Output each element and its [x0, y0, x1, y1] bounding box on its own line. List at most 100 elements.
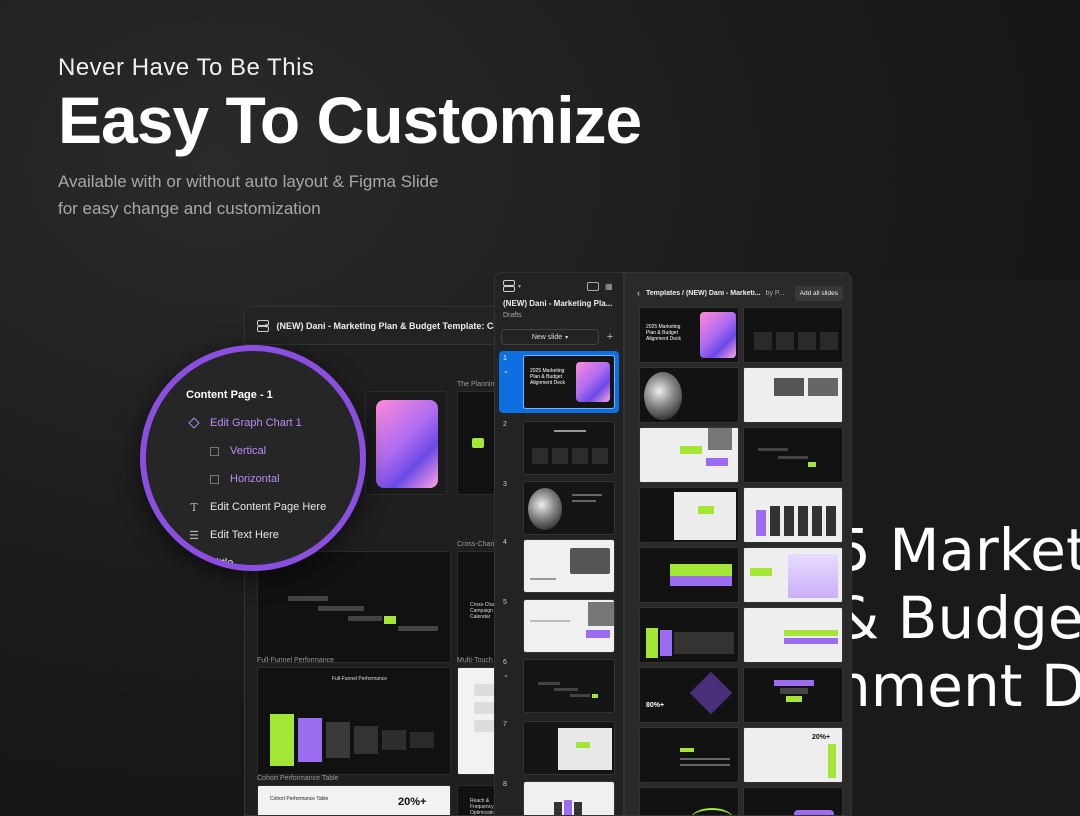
deck-title-line: 5 Market	[852, 516, 1080, 584]
template-thumb[interactable]	[639, 427, 739, 483]
section-label: Cohort Performance Table	[257, 775, 339, 782]
thumb-building	[708, 428, 732, 450]
slides-file-location[interactable]: Drafts	[495, 308, 623, 319]
template-thumb[interactable]: 2025 Marketing Plan & Budget Alignment D…	[639, 307, 739, 363]
funnel-stage	[410, 732, 434, 748]
template-thumb[interactable]	[743, 607, 843, 663]
funnel-stage-lime	[646, 628, 658, 658]
layer-horizontal[interactable]: Horizontal	[186, 465, 360, 493]
layer-content-page[interactable]: Content Page - 1	[186, 381, 360, 409]
add-slide-button[interactable]: +	[603, 329, 617, 345]
thumb-bar	[784, 506, 794, 536]
slides-file-title[interactable]: (NEW) Dani - Marketing Pla...	[495, 299, 623, 308]
template-thumb[interactable]: 20%+	[743, 727, 843, 783]
slide-item-7[interactable]: 7	[499, 717, 619, 779]
chevron-down-icon[interactable]: ⌄	[503, 367, 509, 375]
text-icon: T	[190, 556, 198, 570]
deck-title-line: & Budge	[852, 584, 1080, 652]
back-window-file-title[interactable]: (NEW) Dani - Marketing Plan & Budget Tem…	[277, 321, 499, 331]
template-thumb[interactable]	[743, 667, 843, 723]
thumb-bar	[756, 510, 766, 536]
thumb-highlight	[576, 742, 590, 748]
slide-item-1[interactable]: 1 ⌄ 2025 Marketing Plan & Budget Alignme…	[499, 351, 619, 413]
slide-number: 4	[503, 539, 507, 546]
layer-label: Vertical	[230, 445, 267, 457]
thumb-text: 2025 Marketing Plan & Budget Alignment D…	[646, 324, 682, 342]
template-thumb[interactable]	[743, 367, 843, 423]
template-thumb[interactable]	[639, 487, 739, 543]
hero-subtext-line2: for easy change and customization	[58, 199, 321, 218]
template-thumb[interactable]: 80%+	[639, 667, 739, 723]
frame-square-icon	[206, 446, 222, 456]
template-breadcrumb[interactable]: Templates / (NEW) Dani - Marketi... by P…	[646, 290, 789, 297]
slide-thumb-text: 2025 Marketing Plan & Budget Alignment D…	[530, 368, 566, 386]
layer-label: Content Page - 1	[186, 389, 273, 401]
thumb-bar	[798, 506, 808, 536]
slide-thumb-calendar[interactable]	[257, 551, 451, 663]
figma-menu-icon[interactable]	[503, 279, 515, 293]
template-thumb[interactable]	[639, 787, 739, 815]
template-thumb[interactable]	[743, 307, 843, 363]
slide-item-5[interactable]: 5	[499, 595, 619, 657]
thumb-highlight	[680, 748, 694, 752]
thumb-stat: 80%+	[646, 702, 665, 709]
deck-title: 5 Market & Budge nment D	[852, 516, 1080, 720]
layer-edit-graph-chart[interactable]: Edit Graph Chart 1	[186, 409, 360, 437]
thumb-card	[754, 332, 772, 350]
grid-view-icon[interactable]: ▦	[605, 282, 615, 291]
deck-title-line: nment D	[852, 652, 1080, 720]
thumb-line	[530, 620, 570, 622]
layer-label: Edit Text Here	[210, 529, 279, 541]
thumb-photo	[774, 378, 804, 396]
section-label: Multi-Touch	[457, 657, 493, 664]
gantt-bar	[288, 596, 328, 601]
slide-item-6[interactable]: 6 ⌄	[499, 655, 619, 717]
hero-subtext: Available with or without auto layout & …	[58, 168, 478, 222]
section-label: Full-Funnel Performance	[257, 657, 335, 664]
template-thumb[interactable]	[639, 607, 739, 663]
layer-vertical[interactable]: Vertical	[186, 437, 360, 465]
slides-panel: ▾ ▦ (NEW) Dani - Marketing Pla... Drafts…	[494, 272, 624, 816]
template-thumb[interactable]	[743, 427, 843, 483]
slide-number: 2	[503, 421, 507, 428]
template-thumb[interactable]	[743, 487, 843, 543]
thumb-area-chart	[788, 554, 838, 598]
new-slide-button[interactable]: New slide ▾	[501, 329, 599, 345]
slide-thumb-cover[interactable]	[365, 391, 447, 495]
chevron-down-icon[interactable]: ⌄	[503, 671, 509, 679]
layer-label: Horizontal	[230, 473, 280, 485]
add-all-slides-button[interactable]: Add all slides	[794, 285, 843, 301]
template-thumb[interactable]	[743, 547, 843, 603]
thumb-bar	[554, 802, 562, 815]
sidebar-toggle-icon[interactable]	[587, 281, 599, 291]
funnel-stage	[674, 632, 734, 654]
slide-item-3[interactable]: 3	[499, 477, 619, 539]
template-thumb[interactable]	[639, 367, 739, 423]
slide-thumb	[523, 781, 615, 815]
template-thumb[interactable]	[639, 727, 739, 783]
thumb-bar	[770, 506, 780, 536]
thumb-map	[794, 810, 834, 815]
slide-number: 6	[503, 659, 507, 666]
thumb-band	[784, 630, 838, 636]
funnel-stage-purple	[298, 718, 322, 762]
template-thumb[interactable]	[639, 547, 739, 603]
cover-artwork	[700, 312, 736, 358]
thumb-line	[554, 430, 586, 432]
layer-edit-content-page[interactable]: T Edit Content Page Here	[186, 493, 360, 521]
gantt-bar	[538, 682, 560, 685]
slide-item-2[interactable]: 2	[499, 417, 619, 479]
funnel-stage	[326, 722, 350, 758]
slide-item-4[interactable]: 4	[499, 535, 619, 597]
slide-item-8[interactable]: 8	[499, 777, 619, 815]
thumb-bar	[780, 688, 808, 694]
slide-thumb-cohort[interactable]: Cohort Performance Table 20%+	[257, 785, 451, 815]
slide-thumb-funnel[interactable]: Full-Funnel Performance	[257, 667, 451, 775]
chevron-down-icon[interactable]: ▾	[518, 283, 521, 290]
slide-thumb: 2025 Marketing Plan & Budget Alignment D…	[523, 355, 615, 409]
template-thumb[interactable]	[743, 787, 843, 815]
layer-edit-text[interactable]: ☰ Edit Text Here	[186, 521, 360, 549]
back-chevron-icon[interactable]: ‹	[637, 288, 640, 298]
hero-subtext-line1: Available with or without auto layout & …	[58, 172, 439, 191]
slide-number: 3	[503, 481, 507, 488]
